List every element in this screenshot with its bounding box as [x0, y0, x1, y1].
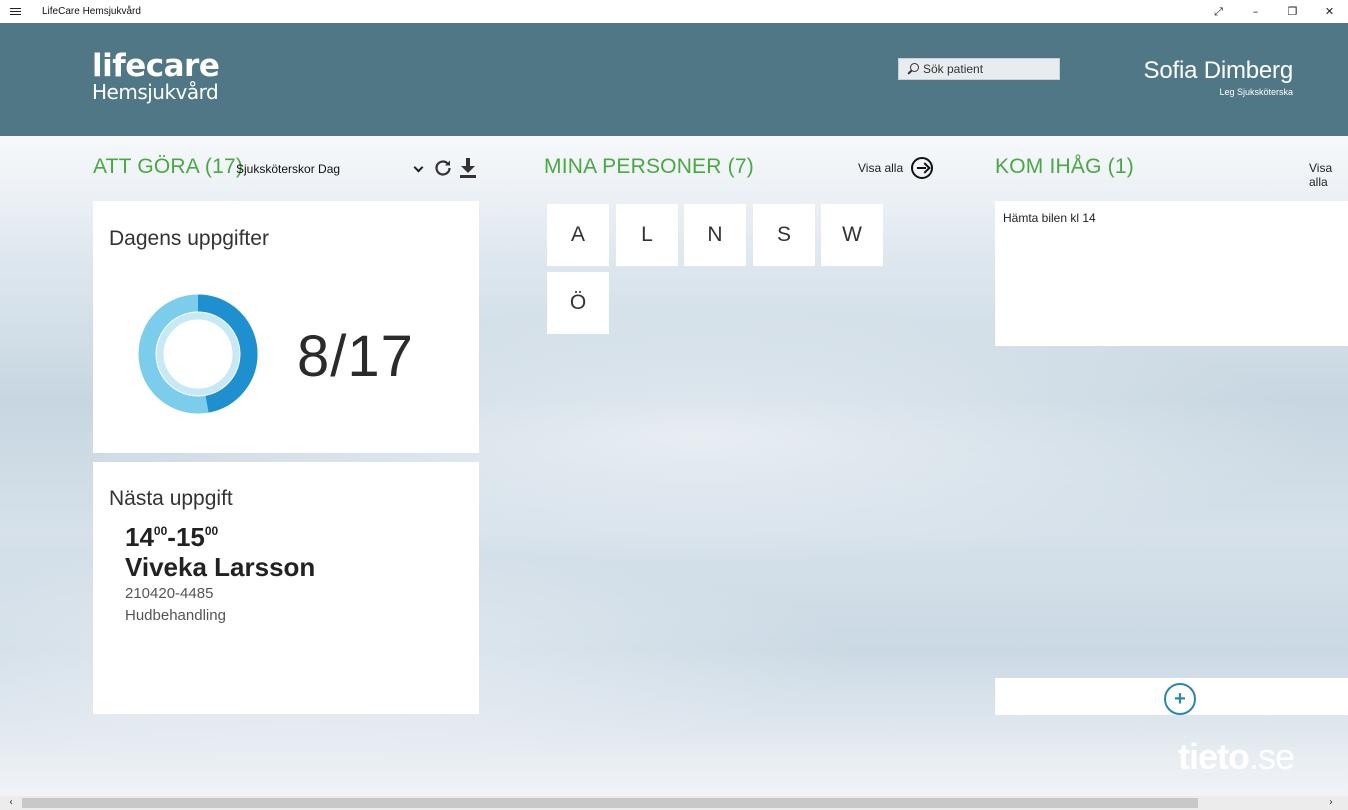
- persons-section-title: MINA PERSONER (7): [544, 155, 754, 178]
- task-count: 8/17: [297, 324, 414, 389]
- scroll-left-arrow-icon[interactable]: ‹: [6, 798, 16, 808]
- fullscreen-icon[interactable]: ⤢: [1200, 0, 1237, 23]
- window-controls: ⤢ – ❐ ✕: [1200, 0, 1348, 23]
- letter-tile-a[interactable]: A: [547, 204, 609, 266]
- daily-tasks-card[interactable]: Dagens uppgifter 8/17: [93, 201, 479, 453]
- hamburger-menu-icon[interactable]: [0, 0, 30, 23]
- user-name: Sofia Dimberg: [1143, 57, 1294, 84]
- remember-section-title: KOM IHÅG (1): [995, 155, 1134, 178]
- restore-icon[interactable]: ❐: [1274, 0, 1311, 23]
- reminder-note-text: Hämta bilen kl 14: [1003, 211, 1096, 225]
- user-info[interactable]: Sofia Dimberg Leg Sjuksköterska: [1143, 57, 1294, 97]
- letter-tile-l[interactable]: L: [616, 204, 678, 266]
- app-header: lifecare Hemsjukvård Sök patient Sofia D…: [0, 23, 1348, 136]
- scroll-right-arrow-icon[interactable]: ›: [1326, 798, 1336, 808]
- logo-sub-text: Hemsjukvård: [92, 80, 219, 104]
- letter-tile-s[interactable]: S: [753, 204, 815, 266]
- add-reminder-plus-icon[interactable]: +: [1164, 683, 1196, 715]
- letter-tile-w[interactable]: W: [821, 204, 883, 266]
- window-title: LifeCare Hemsjukvård: [42, 6, 141, 17]
- minimize-icon[interactable]: –: [1237, 0, 1274, 23]
- logo-main-text: lifecare: [92, 48, 220, 84]
- next-task-personal-number: 210420-4485: [125, 585, 214, 602]
- donut-inner-ring: [156, 312, 240, 396]
- search-placeholder: Sök patient: [923, 62, 984, 76]
- lifecare-logo: lifecare Hemsjukvård: [92, 48, 220, 104]
- scrollbar-thumb[interactable]: [22, 798, 1198, 808]
- next-task-patient-name: Viveka Larsson: [125, 552, 316, 582]
- next-task-title: Nästa uppgift: [109, 487, 233, 510]
- horizontal-scrollbar[interactable]: ‹ ›: [0, 796, 1348, 810]
- refresh-icon[interactable]: [433, 158, 453, 178]
- close-icon[interactable]: ✕: [1311, 0, 1348, 23]
- persons-show-all-label: Visa alla: [858, 161, 904, 175]
- persons-show-all-link[interactable]: Visa alla: [858, 157, 934, 179]
- search-icon: [907, 63, 919, 75]
- user-role: Leg Sjuksköterska: [1219, 87, 1293, 97]
- letter-tile-o-umlaut[interactable]: Ö: [547, 272, 609, 334]
- chevron-down-icon: [413, 162, 424, 173]
- next-task-card[interactable]: Nästa uppgift 1400-1500 Viveka Larsson 2…: [93, 462, 479, 714]
- shift-filter-dropdown[interactable]: Sjuksköterskor Dag: [236, 160, 426, 178]
- todo-section-title: ATT GÖRA (17): [93, 155, 244, 178]
- letter-tile-n[interactable]: N: [684, 204, 746, 266]
- remember-show-all-link[interactable]: Visa alla: [1309, 161, 1348, 189]
- add-reminder-bar: +: [995, 678, 1348, 715]
- tieto-logo: tieto.se: [1178, 736, 1295, 777]
- reminder-note-card[interactable]: Hämta bilen kl 14: [995, 201, 1348, 346]
- next-task-time: 1400-1500: [125, 522, 219, 552]
- daily-tasks-title: Dagens uppgifter: [109, 227, 269, 250]
- progress-donut-chart: [138, 294, 258, 414]
- search-patient-input[interactable]: Sök patient: [898, 58, 1060, 80]
- next-task-description: Hudbehandling: [125, 607, 226, 624]
- arrow-right-circle-icon: [911, 157, 934, 179]
- title-bar: LifeCare Hemsjukvård ⤢ – ❐ ✕: [0, 0, 1348, 23]
- shift-filter-value: Sjuksköterskor Dag: [236, 162, 341, 176]
- download-icon[interactable]: [458, 157, 478, 179]
